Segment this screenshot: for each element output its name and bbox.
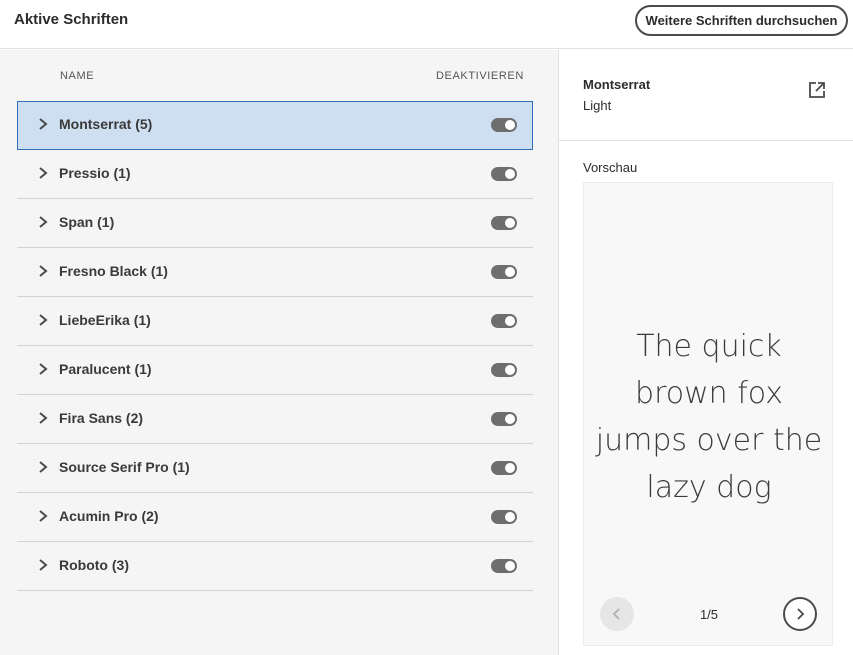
font-family-label: Fira Sans (2): [59, 410, 144, 426]
chevron-right-icon[interactable]: [37, 460, 49, 474]
chevron-right-icon[interactable]: [37, 411, 49, 425]
chevron-right-icon[interactable]: [37, 264, 49, 278]
preview-text: The quick brown fox jumps over the lazy …: [595, 329, 823, 505]
font-family-label: Source Serif Pro (1): [59, 459, 190, 475]
font-family-label: Roboto (3): [59, 557, 129, 573]
toggle-knob: [505, 316, 515, 326]
deactivate-toggle[interactable]: [491, 314, 517, 328]
preview-box: The quick brown fox jumps over the lazy …: [583, 182, 833, 646]
page-title: Aktive Schriften: [14, 11, 129, 28]
preview-label: Vorschau: [583, 160, 638, 175]
previous-style-button[interactable]: [600, 597, 634, 631]
toggle-knob: [505, 120, 515, 130]
font-family-row[interactable]: Pressio (1): [17, 150, 533, 199]
deactivate-toggle[interactable]: [491, 559, 517, 573]
font-family-row[interactable]: Roboto (3): [17, 542, 533, 591]
deactivate-toggle[interactable]: [491, 265, 517, 279]
font-family-label: LiebeErika (1): [59, 312, 151, 328]
chevron-right-icon[interactable]: [37, 509, 49, 523]
font-detail-panel: Montserrat Light Vorschau The quick brow…: [559, 50, 853, 655]
toggle-knob: [505, 512, 515, 522]
font-family-row[interactable]: Fira Sans (2): [17, 395, 533, 444]
toggle-knob: [505, 365, 515, 375]
selected-font-name: Montserrat: [583, 77, 651, 92]
font-family-row[interactable]: Span (1): [17, 199, 533, 248]
column-header-deactivate: DEAKTIVIEREN: [436, 70, 524, 82]
chevron-left-icon: [612, 608, 620, 620]
font-family-label: Acumin Pro (2): [59, 508, 159, 524]
app-header: Aktive Schriften Weitere Schriften durch…: [0, 0, 853, 49]
font-list-panel: NAME DEAKTIVIEREN Montserrat (5) Pressio…: [0, 50, 558, 655]
column-header-name: NAME: [60, 70, 95, 82]
chevron-right-icon[interactable]: [37, 117, 49, 131]
chevron-right-icon[interactable]: [37, 362, 49, 376]
font-family-label: Pressio (1): [59, 165, 131, 181]
font-family-label: Fresno Black (1): [59, 263, 168, 279]
deactivate-toggle[interactable]: [491, 461, 517, 475]
font-family-row[interactable]: LiebeErika (1): [17, 297, 533, 346]
chevron-right-icon[interactable]: [37, 313, 49, 327]
chevron-right-icon[interactable]: [37, 166, 49, 180]
font-family-row[interactable]: Montserrat (5): [17, 101, 533, 150]
toggle-knob: [505, 561, 515, 571]
chevron-right-icon[interactable]: [37, 558, 49, 572]
deactivate-toggle[interactable]: [491, 363, 517, 377]
next-style-button[interactable]: [783, 597, 817, 631]
chevron-right-icon[interactable]: [37, 215, 49, 229]
font-family-row[interactable]: Acumin Pro (2): [17, 493, 533, 542]
toggle-knob: [505, 414, 515, 424]
toggle-knob: [505, 169, 515, 179]
style-pager: 1/5: [699, 607, 719, 622]
font-family-label: Montserrat (5): [59, 116, 153, 132]
deactivate-toggle[interactable]: [491, 118, 517, 132]
deactivate-toggle[interactable]: [491, 216, 517, 230]
font-family-list: Montserrat (5) Pressio (1) Span (1) Fres…: [17, 101, 533, 591]
toggle-knob: [505, 463, 515, 473]
open-external-icon[interactable]: [807, 80, 827, 100]
deactivate-toggle[interactable]: [491, 412, 517, 426]
font-family-label: Span (1): [59, 214, 115, 230]
font-family-row[interactable]: Source Serif Pro (1): [17, 444, 533, 493]
chevron-right-icon: [797, 608, 805, 620]
toggle-knob: [505, 267, 515, 277]
deactivate-toggle[interactable]: [491, 510, 517, 524]
font-family-row[interactable]: Paralucent (1): [17, 346, 533, 395]
selected-font-style: Light: [583, 98, 612, 113]
toggle-knob: [505, 218, 515, 228]
browse-more-fonts-button[interactable]: Weitere Schriften durchsuchen: [635, 5, 848, 36]
font-family-label: Paralucent (1): [59, 361, 152, 377]
deactivate-toggle[interactable]: [491, 167, 517, 181]
font-family-row[interactable]: Fresno Black (1): [17, 248, 533, 297]
detail-divider: [559, 140, 853, 141]
